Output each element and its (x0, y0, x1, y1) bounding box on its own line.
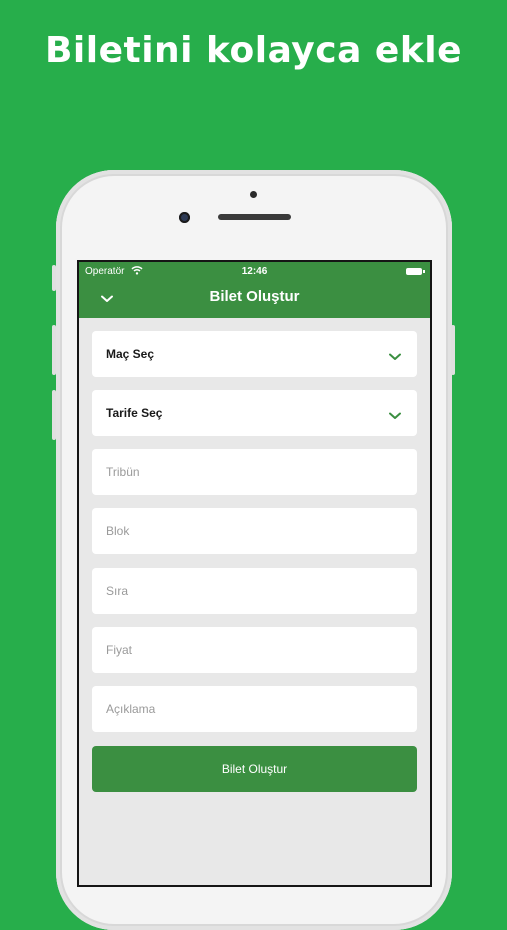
app-screen: Operatör 12:46 Bilet Oluştur Maç Seç Tar… (77, 260, 432, 887)
phone-power-button (451, 325, 455, 375)
block-placeholder: Blok (106, 524, 130, 538)
page-title: Bilet Oluştur (209, 288, 300, 305)
row-input[interactable]: Sıra (92, 568, 417, 614)
block-input[interactable]: Blok (92, 508, 417, 554)
create-ticket-button[interactable]: Bilet Oluştur (92, 746, 417, 792)
front-camera (179, 212, 190, 223)
earpiece-speaker (218, 214, 291, 220)
stand-placeholder: Tribün (106, 465, 140, 479)
battery-icon (406, 268, 425, 275)
tariff-select-label: Tarife Seç (106, 406, 163, 420)
headline: Biletini kolayca ekle (44, 30, 463, 71)
chevron-down-icon (389, 407, 401, 425)
description-placeholder: Açıklama (106, 702, 156, 716)
tariff-select[interactable]: Tarife Seç (92, 390, 417, 436)
price-placeholder: Fiyat (106, 643, 133, 657)
phone-volume-up (52, 325, 56, 375)
status-bar: Operatör 12:46 (79, 266, 430, 280)
price-input[interactable]: Fiyat (92, 627, 417, 673)
chevron-down-icon (389, 348, 401, 366)
phone-volume-down (52, 390, 56, 440)
status-time: 12:46 (241, 266, 268, 277)
app-bar: Operatör 12:46 Bilet Oluştur (79, 262, 430, 318)
description-input[interactable]: Açıklama (92, 686, 417, 732)
match-select[interactable]: Maç Seç (92, 331, 417, 377)
match-select-label: Maç Seç (106, 347, 155, 361)
stand-input[interactable]: Tribün (92, 449, 417, 495)
row-placeholder: Sıra (106, 584, 129, 598)
proximity-sensor (250, 191, 257, 198)
phone-mute-switch (52, 265, 56, 291)
